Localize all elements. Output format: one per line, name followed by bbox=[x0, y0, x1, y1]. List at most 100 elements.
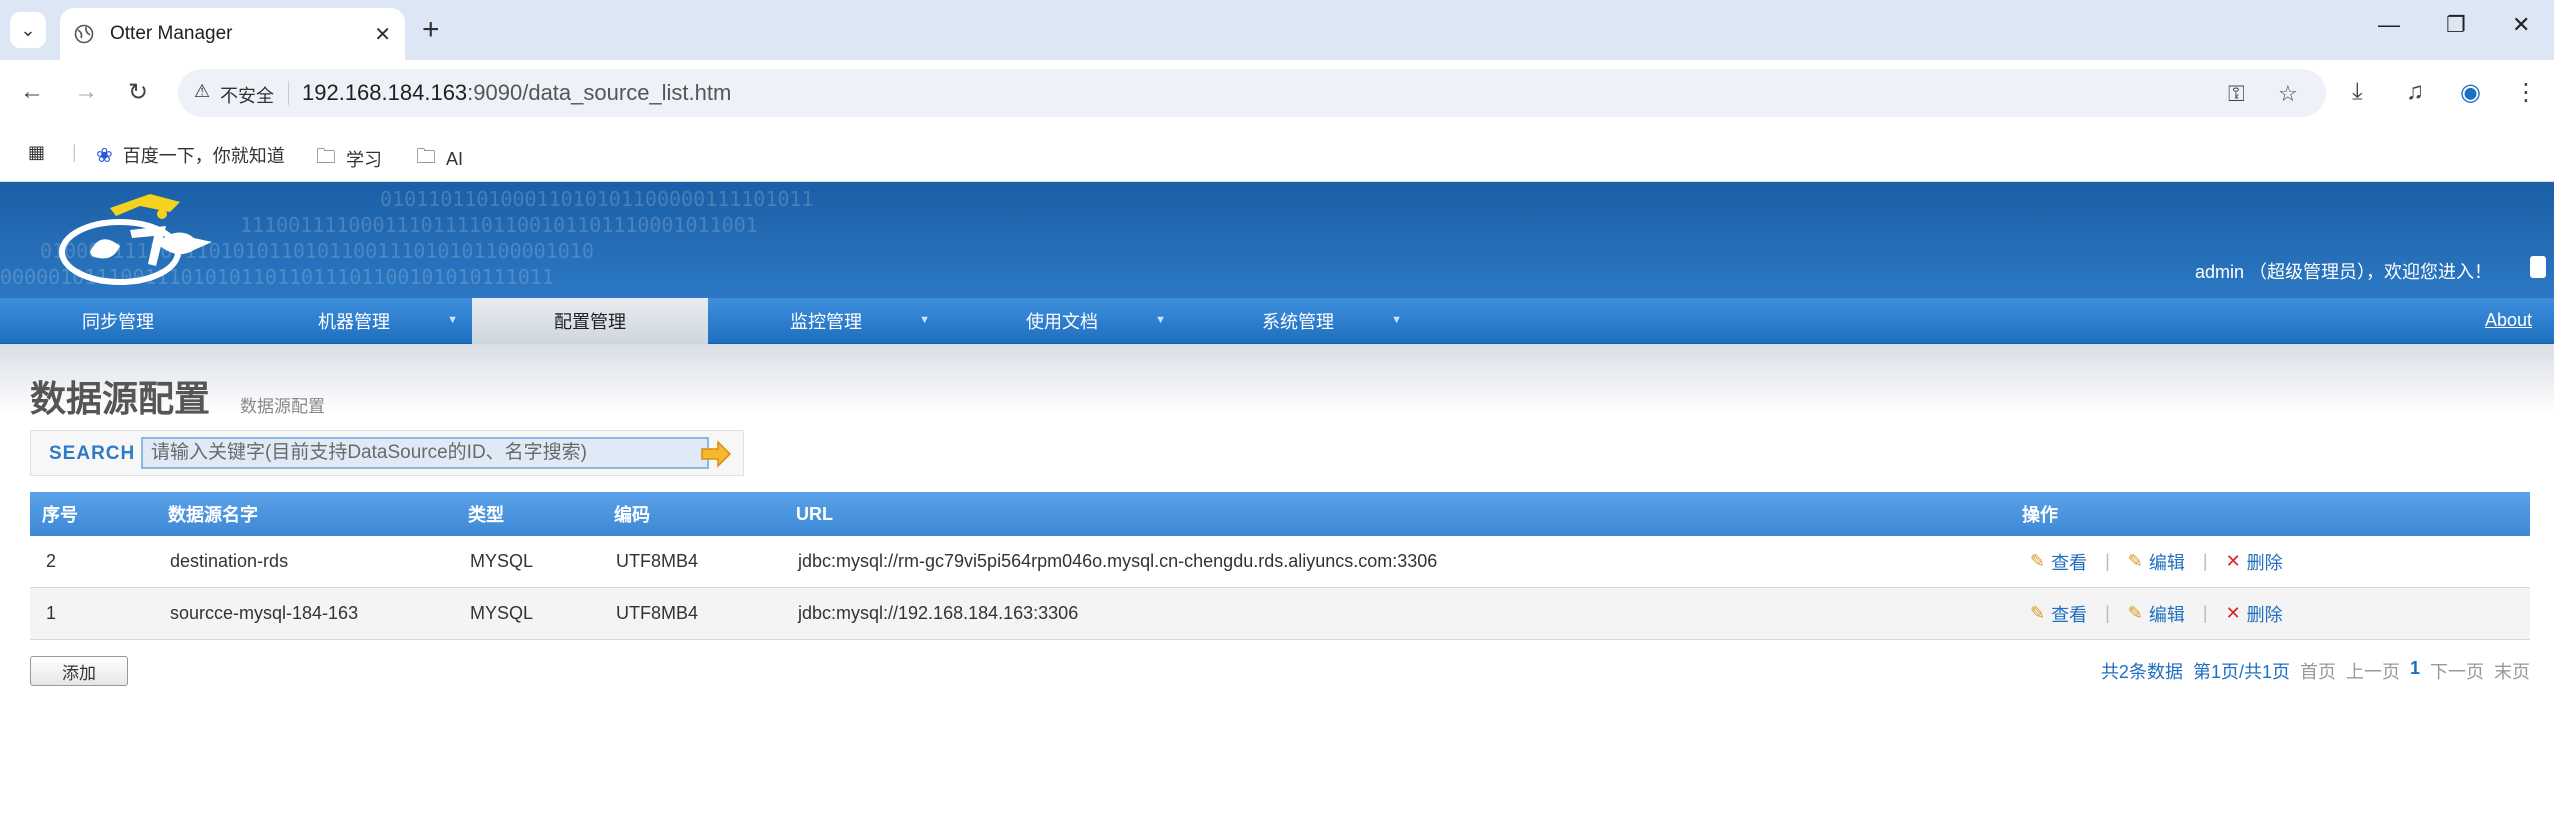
page-info: 第1页/共1页 bbox=[2192, 662, 2290, 682]
edit-label: 编辑 bbox=[2148, 552, 2185, 573]
chevron-down-icon: ⌄ bbox=[20, 19, 36, 40]
address-bar[interactable]: ⚠ 不安全 192.168.184.163:9090/data_source_l… bbox=[178, 69, 2326, 117]
bookmarks-divider: | bbox=[72, 142, 77, 162]
page-title: 数据源配置 bbox=[30, 378, 211, 419]
view-button[interactable]: ✎ 查看 bbox=[2030, 601, 2087, 627]
delete-button[interactable]: ✕ 删除 bbox=[2226, 601, 2283, 627]
edit-button[interactable]: ✎ 编辑 bbox=[2128, 549, 2185, 575]
welcome-text: admin （超级管理员），欢迎您进入！ bbox=[2194, 262, 2492, 282]
row-actions: ✎ 查看 | ✎ 编辑 | ✕ 删除 bbox=[2030, 601, 2283, 627]
back-arrow-icon[interactable]: ← bbox=[20, 78, 44, 106]
total-count: 共2条数据 bbox=[2100, 662, 2183, 682]
delete-x-icon: ✕ bbox=[2225, 603, 2241, 623]
apps-grid-icon[interactable]: ▦ bbox=[28, 142, 45, 163]
delete-x-icon: ✕ bbox=[2225, 551, 2241, 571]
menu-config-manage[interactable]: 配置管理 bbox=[472, 298, 708, 344]
menu-label: 使用文档 bbox=[1026, 312, 1098, 332]
bookmark-folder-ai[interactable]: 🗀 AI bbox=[416, 142, 463, 176]
prev-page-link[interactable]: 上一页 bbox=[2346, 658, 2400, 684]
current-page[interactable]: 1 bbox=[2410, 658, 2420, 684]
window-close-icon[interactable]: ✕ bbox=[2512, 12, 2530, 38]
pencil-icon: ✎ bbox=[2030, 603, 2046, 623]
main-menu: 同步管理 机器管理 ▼ 配置管理 监控管理 ▼ 使用文档 ▼ 系统管理 ▼ Ab… bbox=[0, 298, 2554, 344]
pencil-icon: ✎ bbox=[2030, 551, 2046, 571]
minimize-icon[interactable]: — bbox=[2378, 12, 2400, 38]
last-page-link[interactable]: 末页 bbox=[2494, 658, 2530, 684]
close-icon[interactable]: ✕ bbox=[374, 22, 391, 47]
col-header-type: 类型 bbox=[468, 505, 504, 525]
download-icon[interactable]: ⤓ bbox=[2352, 78, 2363, 106]
about-link[interactable]: About bbox=[2485, 310, 2532, 331]
cell-name: sourcce-mysql-184-163 bbox=[170, 603, 359, 623]
pencil-icon: ✎ bbox=[2127, 603, 2143, 623]
media-control-icon[interactable]: ♫ bbox=[2406, 78, 2424, 106]
cell-type: MYSQL bbox=[470, 603, 534, 623]
first-page-link[interactable]: 首页 bbox=[2300, 658, 2336, 684]
view-label: 查看 bbox=[2051, 552, 2088, 573]
table-row: 1 sourcce-mysql-184-163 MYSQL UTF8MB4 jd… bbox=[30, 588, 2530, 640]
menu-label: 监控管理 bbox=[790, 312, 862, 332]
menu-monitor-manage[interactable]: 监控管理 ▼ bbox=[708, 298, 944, 344]
bookmark-baidu[interactable]: ❀ 百度一下，你就知道 bbox=[96, 142, 285, 168]
table-row: 2 destination-rds MYSQL UTF8MB4 jdbc:mys… bbox=[30, 536, 2530, 588]
edit-button[interactable]: ✎ 编辑 bbox=[2128, 601, 2185, 627]
reload-icon[interactable]: ↻ bbox=[128, 78, 148, 107]
globe-icon bbox=[74, 24, 94, 44]
bookmark-label: 学习 bbox=[346, 150, 382, 170]
browser-toolbar: ← → ↻ ⚠ 不安全 192.168.184.163:9090/data_so… bbox=[0, 60, 2554, 126]
delete-label: 删除 bbox=[2246, 552, 2283, 573]
action-separator: | bbox=[2105, 551, 2110, 571]
add-button[interactable]: 添加 bbox=[30, 656, 128, 686]
url-text[interactable]: 192.168.184.163:9090/data_source_list.ht… bbox=[302, 80, 731, 106]
delete-label: 删除 bbox=[2246, 604, 2283, 625]
menu-label: 机器管理 bbox=[318, 312, 390, 332]
profile-icon[interactable]: ◉ bbox=[2460, 78, 2481, 107]
restore-icon[interactable]: ❐ bbox=[2446, 12, 2466, 38]
menu-machine-manage[interactable]: 机器管理 ▼ bbox=[236, 298, 472, 344]
bookmark-folder-study[interactable]: 🗀 学习 bbox=[316, 142, 382, 176]
menu-sync-manage[interactable]: 同步管理 bbox=[0, 298, 236, 344]
page-subtitle: 数据源配置 bbox=[240, 397, 325, 416]
view-button[interactable]: ✎ 查看 bbox=[2030, 549, 2087, 575]
menu-label: 配置管理 bbox=[554, 312, 626, 332]
insecure-label[interactable]: 不安全 bbox=[220, 82, 274, 108]
view-label: 查看 bbox=[2051, 604, 2088, 625]
cell-id: 1 bbox=[46, 603, 57, 623]
otter-logo-icon[interactable] bbox=[50, 190, 230, 295]
action-separator: | bbox=[2105, 603, 2110, 623]
star-icon[interactable]: ☆ bbox=[2278, 81, 2298, 107]
logout-icon[interactable] bbox=[2530, 256, 2546, 278]
folder-icon: 🗀 bbox=[416, 146, 436, 168]
menu-label: 系统管理 bbox=[1262, 312, 1334, 332]
tab-search-button[interactable]: ⌄ bbox=[10, 12, 46, 48]
new-tab-plus-icon[interactable]: + bbox=[422, 12, 440, 48]
cell-encoding: UTF8MB4 bbox=[616, 551, 699, 571]
tab-title: Otter Manager bbox=[110, 23, 233, 44]
col-header-encoding: 编码 bbox=[614, 505, 650, 525]
pagination: 共2条数据 第1页/共1页 首页 上一页 1 下一页 末页 bbox=[2101, 658, 2530, 684]
delete-button[interactable]: ✕ 删除 bbox=[2226, 549, 2283, 575]
cell-url: jdbc:mysql://192.168.184.163:3306 bbox=[798, 603, 1079, 623]
more-menu-icon[interactable]: ⋮ bbox=[2514, 78, 2538, 107]
search-panel: SEARCH bbox=[30, 430, 744, 476]
menu-docs[interactable]: 使用文档 ▼ bbox=[944, 298, 1180, 344]
next-page-link[interactable]: 下一页 bbox=[2430, 658, 2484, 684]
folder-icon: 🗀 bbox=[316, 146, 336, 168]
browser-tab-active[interactable]: Otter Manager ✕ bbox=[60, 8, 405, 60]
forward-arrow-icon[interactable]: → bbox=[74, 78, 98, 106]
menu-system-manage[interactable]: 系统管理 ▼ bbox=[1180, 298, 1416, 344]
cell-id: 2 bbox=[46, 551, 57, 571]
search-input[interactable] bbox=[141, 437, 709, 469]
paw-icon: ❀ bbox=[96, 144, 113, 167]
col-header-id: 序号 bbox=[42, 505, 78, 525]
col-header-ops: 操作 bbox=[2022, 505, 2058, 525]
site-header: 010110110100011010101100000111101011 111… bbox=[0, 182, 2554, 298]
key-icon[interactable]: ⚿ bbox=[2228, 81, 2245, 107]
arrow-right-icon[interactable] bbox=[699, 439, 733, 469]
browser-tab-bar: ⌄ Otter Manager ✕ + — ❐ ✕ bbox=[0, 0, 2554, 60]
warning-triangle-icon[interactable]: ⚠ bbox=[194, 81, 210, 102]
url-path: :9090/data_source_list.htm bbox=[467, 80, 732, 105]
triangle-down-icon: ▼ bbox=[447, 314, 458, 326]
col-header-name: 数据源名字 bbox=[168, 505, 258, 525]
row-actions: ✎ 查看 | ✎ 编辑 | ✕ 删除 bbox=[2030, 549, 2283, 575]
